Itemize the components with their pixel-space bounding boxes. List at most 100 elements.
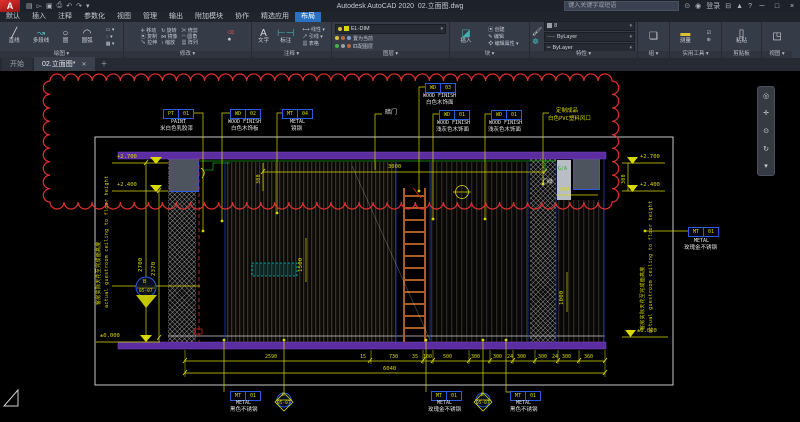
help-icon[interactable]: ? [748,3,752,10]
polyline-button[interactable]: ↝多段线 [33,28,50,45]
restore-button[interactable]: □ [772,3,782,10]
tab-parametric[interactable]: 参数化 [78,12,111,22]
tab-layout[interactable]: 布局 [295,12,321,22]
freeze-icon[interactable] [341,36,345,40]
pan-icon[interactable]: ✛ [763,109,769,117]
ellipse-tool-icon[interactable]: ◌ ▾ [106,34,115,40]
linetype-dropdown[interactable]: ──ByLayer▾ [544,32,635,42]
tab-output[interactable]: 输出 [163,12,189,22]
paste-button[interactable]: ▯粘贴 [736,28,747,45]
steering-wheel-icon[interactable]: ◎ [763,92,769,100]
appstore-cart-icon[interactable]: ⊟ [725,2,731,10]
create-block-item[interactable]: ▣ 创建 [488,27,518,33]
dim-seg: 24 [552,355,558,360]
title-bar: A ▤ ▻ ▣ ⎙ ↶ ↷ ▾ Autodesk AutoCAD 2020 02… [0,0,800,12]
tab-annotate[interactable]: 注释 [52,12,78,22]
circle-button[interactable]: ○圆 [62,28,68,45]
new-tab-icon[interactable]: ＋ [101,59,108,71]
layer-match-icon[interactable] [335,44,339,48]
panel-block-label[interactable]: 块 ▾ [450,51,529,58]
color-wheel-icon[interactable]: ☸ [532,37,542,46]
dimension-button[interactable]: ⊢⊣标注 [277,28,294,45]
bulb-icon[interactable] [335,36,339,40]
table-item[interactable]: ▦ 表格 [302,41,324,47]
erase-icon[interactable]: ⌫ [227,30,234,36]
edit-attr-item[interactable]: ❖ 编辑属性 ▾ [488,41,518,47]
leader-item[interactable]: ↗ 引线 ▾ [302,34,324,40]
panel-utilities-label[interactable]: 实用工具 ▾ [670,51,721,58]
level-left-2400: +2.400 [117,183,137,189]
ribbon-tab-bar: 默认 插入 注释 参数化 视图 管理 输出 附加模块 协作 精选应用 布局 [0,12,800,22]
close-tab-icon[interactable]: ✕ [81,61,86,68]
object-color-dropdown[interactable]: 8▾ [544,21,635,31]
panel-layers-label[interactable]: 图层 ▾ [332,51,449,58]
panel-view: ◳ 视图 ▾ [762,22,792,58]
save-icon[interactable]: ▣ [46,2,53,10]
base-view-button[interactable]: ◳ [772,31,781,42]
bubble-b1-num: 05-07 [277,402,291,407]
panel-groups-label[interactable]: 组 ▾ [638,51,669,58]
panel-view-label[interactable]: 视图 ▾ [762,51,792,58]
panel-annotate-label[interactable]: 注释 ▾ [252,51,331,58]
zoom-icon[interactable]: ⊙ [763,127,769,135]
panel-clipboard-label[interactable]: 剪贴板 [722,51,761,58]
tab-default[interactable]: 默认 [0,12,26,22]
tab-addins[interactable]: 附加模块 [189,12,229,22]
match-layer-button[interactable]: 匹配图层 [353,43,373,50]
wood-panel-b [430,162,528,342]
scale-button[interactable]: ↕ 缩放 [161,40,177,46]
panel-modify-label[interactable]: 修改 ▾ [124,51,251,58]
quick-select-icon[interactable]: ☑ [707,30,711,36]
autocad-logo-icon[interactable]: A [0,0,20,12]
layer-iso-icon[interactable] [347,44,351,48]
rectangle-tool-icon[interactable]: ▭ ▾ [106,27,115,33]
drawing-canvas[interactable]: ◎ ✛ ⊙ ↻ ▾ [0,71,800,422]
linear-dim-item[interactable]: ⟷ 线性 ▾ [302,27,324,33]
line-button[interactable]: ╱直线 [9,28,20,45]
arc-button[interactable]: ◠圆弧 [82,28,93,45]
tab-view[interactable]: 视图 [111,12,137,22]
tag-pt01: PT01 [163,109,194,119]
panel-properties-label[interactable]: 特性 ▾ [530,51,637,58]
tab-featured-apps[interactable]: 精选应用 [255,12,295,22]
redo-icon[interactable]: ↷ [76,2,82,10]
tab-manage[interactable]: 管理 [137,12,163,22]
set-current-layer-button[interactable]: 置为当前 [353,35,373,42]
new-icon[interactable]: ▤ [26,2,33,10]
insert-block-button[interactable]: ◪插入 [460,28,471,45]
autodesk-a-icon[interactable]: ▲ [736,3,743,10]
signin-label[interactable]: 登录 [706,1,720,11]
search-icon[interactable]: ⊙ [684,2,690,10]
tag-mt01-black-right-type: METAL [516,401,531,406]
tab-collaborate[interactable]: 协作 [229,12,255,22]
undo-icon[interactable]: ↶ [66,2,72,10]
file-tab-start[interactable]: 开始 [2,57,32,71]
user-icon[interactable]: ◉ [695,2,701,10]
search-input[interactable]: 键入关键字或短语 [564,1,679,11]
open-icon[interactable]: ▻ [37,2,42,10]
stretch-button[interactable]: ↘ 拉伸 [141,40,157,46]
explode-icon[interactable]: ✸ [227,37,234,43]
layer-dropdown[interactable]: EL-DIM ▾ [335,24,446,34]
measure-button[interactable]: ▬测量 [680,28,691,45]
lock-icon[interactable] [347,36,351,40]
minimize-button[interactable]: ─ [757,3,767,10]
navigation-bar[interactable]: ◎ ✛ ⊙ ↻ ▾ [757,86,775,176]
edit-block-item[interactable]: ✎ 编辑 [488,34,518,40]
orbit-icon[interactable]: ↻ [763,145,769,153]
match-properties-icon[interactable]: 🖌 [532,27,542,36]
tab-insert[interactable]: 插入 [26,12,52,22]
close-button[interactable]: × [787,3,797,10]
qat-dropdown-icon[interactable]: ▾ [86,2,90,10]
file-tab-drawing[interactable]: 02.立面图*✕ [34,57,95,71]
id-point-icon[interactable]: ⊕ [707,37,711,43]
array-button[interactable]: ▦ 阵列 [181,40,197,46]
text-button[interactable]: A文字 [258,28,269,45]
plot-icon[interactable]: ⎙ [57,2,63,10]
group-button[interactable]: ❏ [649,31,658,42]
layer-prev-icon[interactable] [341,44,345,48]
navbar-more-icon[interactable]: ▾ [764,162,768,170]
panel-annotate: A文字 ⊢⊣标注 ⟷ 线性 ▾ ↗ 引线 ▾ ▦ 表格 注释 ▾ [252,22,332,58]
tag-mt01-side-type: METAL [694,239,709,244]
hatch-tool-icon[interactable]: ▦ ▾ [106,41,115,47]
